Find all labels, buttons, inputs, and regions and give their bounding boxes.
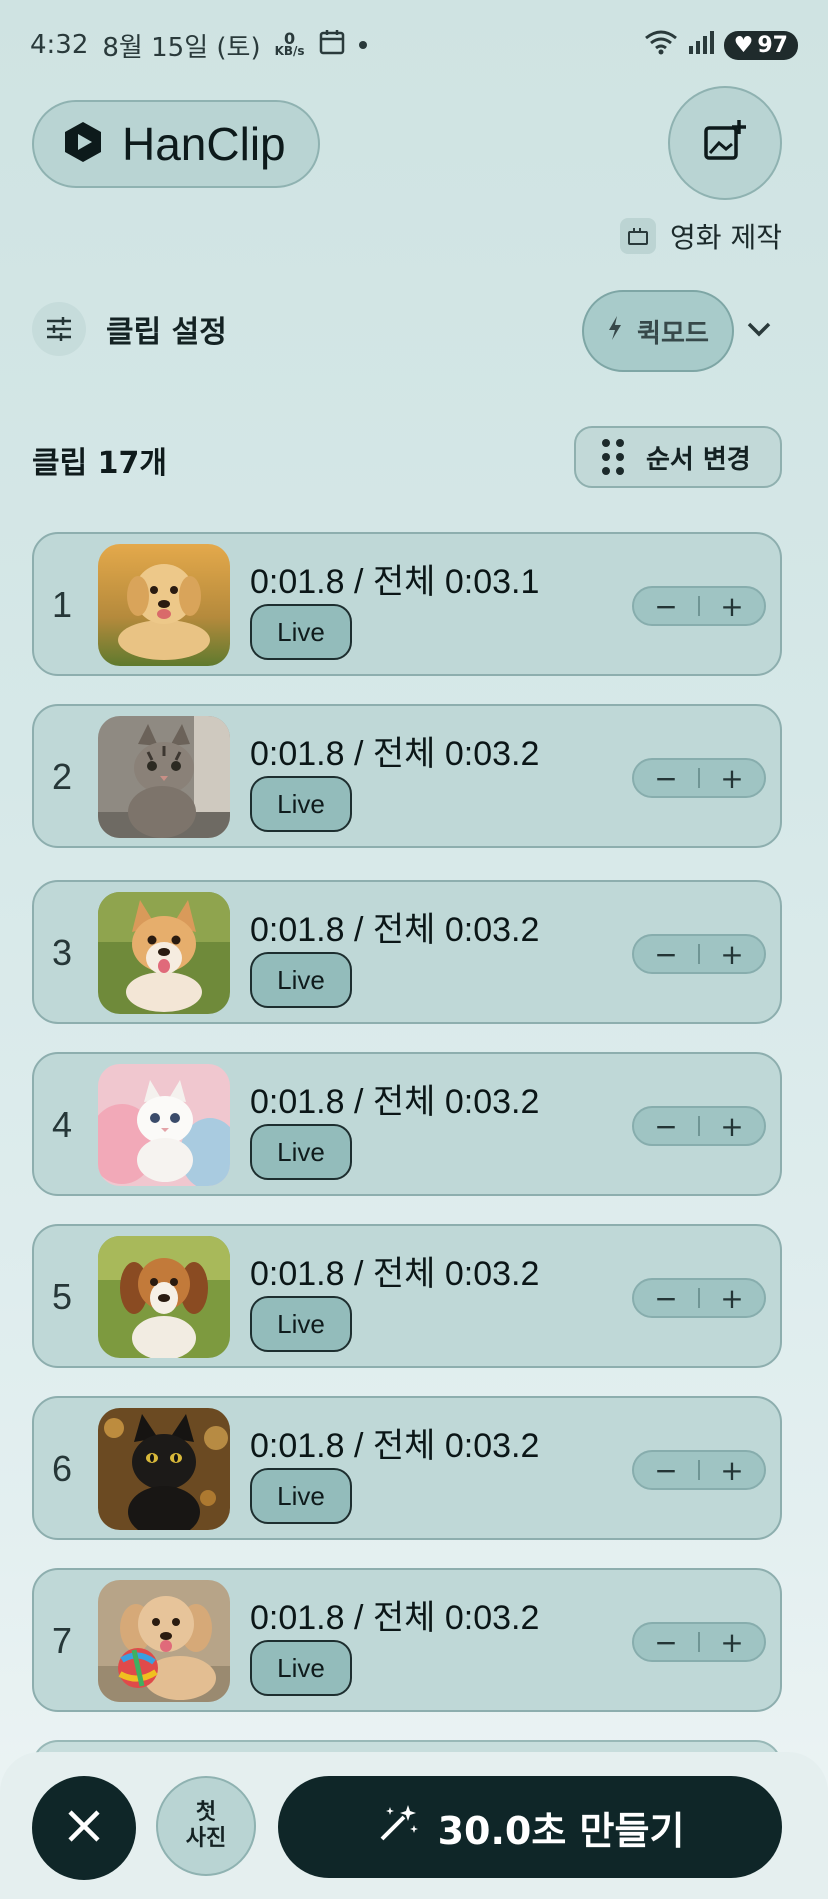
clip-thumbnail-white-kitten[interactable]: [98, 1064, 230, 1186]
clip-index: 1: [52, 584, 73, 625]
clip-thumbnail-tabby-kitten[interactable]: [98, 716, 230, 838]
clip-thumbnail-corgi-puppy[interactable]: [98, 892, 230, 1014]
increase-button[interactable]: +: [700, 762, 764, 795]
chevron-down-icon[interactable]: [744, 314, 774, 344]
live-badge[interactable]: Live: [250, 1124, 352, 1180]
close-icon: [66, 1808, 102, 1848]
first-photo-button[interactable]: 첫 사진: [156, 1776, 256, 1876]
clip-duration: 0:01.8 / 전체 0:03.2: [250, 1427, 540, 1465]
clip-card[interactable]: 1 0:01.8 / 전체 0:03.1 Live − +: [32, 532, 782, 676]
clip-settings-button[interactable]: 클립 설정: [32, 302, 227, 356]
clip-duration: 0:01.8 / 전체 0:03.1: [250, 563, 540, 601]
clip-settings-label: 클립 설정: [106, 315, 227, 350]
clip-thumbnail-beagle-puppy[interactable]: [98, 1236, 230, 1358]
hanclip-logo-icon: [62, 121, 104, 167]
increase-button[interactable]: +: [700, 590, 764, 623]
live-badge[interactable]: Live: [250, 1296, 352, 1352]
clip-card[interactable]: 5 0:01.8 / 전체 0:03.2 Live − +: [32, 1224, 782, 1368]
clip-thumbnail-golden-puppy[interactable]: [98, 544, 230, 666]
app-name: HanClip: [122, 118, 286, 170]
increase-button[interactable]: +: [700, 938, 764, 971]
battery-indicator: ♥ 97: [723, 30, 798, 60]
wifi-icon: [644, 29, 678, 62]
clip-index: 5: [52, 1276, 73, 1317]
clip-card[interactable]: 7 0:01.8 / 전체 0:03.2 Live − +: [32, 1568, 782, 1712]
signal-icon: [688, 30, 714, 61]
status-time: 4:32: [30, 30, 89, 60]
decrease-button[interactable]: −: [634, 1626, 698, 1659]
magic-wand-icon: [376, 1801, 420, 1854]
clip-index: 4: [52, 1104, 73, 1145]
clip-duration: 0:01.8 / 전체 0:03.2: [250, 735, 540, 773]
clip-thumbnail-poodle-puppy[interactable]: [98, 1580, 230, 1702]
make-movie-link[interactable]: 영화 제작: [620, 216, 782, 256]
clapperboard-icon: [620, 218, 657, 254]
clip-card[interactable]: 6 0:01.8 / 전체 0:03.2 Live − +: [32, 1396, 782, 1540]
decrease-button[interactable]: −: [634, 590, 698, 623]
make-video-button[interactable]: 30.0초 만들기: [278, 1776, 782, 1878]
notification-dot: [358, 41, 367, 49]
clip-index: 3: [52, 932, 73, 973]
clip-duration: 0:01.8 / 전체 0:03.2: [250, 1255, 540, 1293]
duration-stepper: − +: [632, 1450, 766, 1490]
make-video-label: 30.0초 만들기: [437, 1808, 685, 1853]
clip-duration: 0:01.8 / 전체 0:03.2: [250, 911, 540, 949]
clip-count: 클립 17개: [32, 446, 167, 481]
duration-stepper: − +: [632, 1622, 766, 1662]
quick-mode-label: 퀵모드: [637, 318, 709, 349]
clip-card[interactable]: 4 0:01.8 / 전체 0:03.2 Live − +: [32, 1052, 782, 1196]
clip-thumbnail-black-cat[interactable]: [98, 1408, 230, 1530]
grip-icon: [602, 439, 624, 475]
live-badge[interactable]: Live: [250, 1468, 352, 1524]
duration-stepper: − +: [632, 934, 766, 974]
duration-stepper: − +: [632, 758, 766, 798]
reorder-button[interactable]: 순서 변경: [574, 426, 782, 488]
close-button[interactable]: [32, 1776, 136, 1880]
live-badge[interactable]: Live: [250, 952, 352, 1008]
increase-button[interactable]: +: [700, 1282, 764, 1315]
sliders-icon: [32, 302, 86, 356]
decrease-button[interactable]: −: [634, 938, 698, 971]
first-photo-line2: 사진: [185, 1826, 227, 1851]
app-logo-pill: HanClip: [32, 100, 320, 188]
decrease-button[interactable]: −: [634, 762, 698, 795]
clip-index: 6: [52, 1448, 73, 1489]
clip-duration: 0:01.8 / 전체 0:03.2: [250, 1083, 540, 1121]
live-badge[interactable]: Live: [250, 1640, 352, 1696]
duration-stepper: − +: [632, 1106, 766, 1146]
bolt-icon: [607, 315, 623, 348]
clip-index: 2: [52, 756, 73, 797]
decrease-button[interactable]: −: [634, 1110, 698, 1143]
quick-mode-toggle[interactable]: 퀵모드: [582, 290, 734, 372]
live-badge[interactable]: Live: [250, 776, 352, 832]
clip-index: 7: [52, 1620, 73, 1661]
status-bar: 4:32 8월 15일 (토) 0 KB/s ♥ 97: [0, 0, 828, 90]
add-photo-button[interactable]: [668, 86, 782, 200]
clip-card[interactable]: 3 0:01.8 / 전체 0:03.2 Live − +: [32, 880, 782, 1024]
increase-button[interactable]: +: [700, 1454, 764, 1487]
reorder-label: 순서 변경: [646, 444, 751, 475]
decrease-button[interactable]: −: [634, 1282, 698, 1315]
duration-stepper: − +: [632, 586, 766, 626]
increase-button[interactable]: +: [700, 1110, 764, 1143]
add-photo-icon: [702, 118, 748, 168]
clip-duration: 0:01.8 / 전체 0:03.2: [250, 1599, 540, 1637]
calendar-icon: [319, 29, 345, 62]
increase-button[interactable]: +: [700, 1626, 764, 1659]
live-badge[interactable]: Live: [250, 604, 352, 660]
decrease-button[interactable]: −: [634, 1454, 698, 1487]
heart-icon: ♥: [733, 32, 754, 58]
clip-card[interactable]: 2 0:01.8 / 전체 0:03.2 Live − +: [32, 704, 782, 848]
status-date: 8월 15일 (토): [102, 32, 261, 63]
net-speed: 0 KB/s: [274, 29, 305, 58]
first-photo-line1: 첫: [195, 1800, 217, 1825]
duration-stepper: − +: [632, 1278, 766, 1318]
make-movie-label: 영화 제작: [670, 221, 782, 254]
